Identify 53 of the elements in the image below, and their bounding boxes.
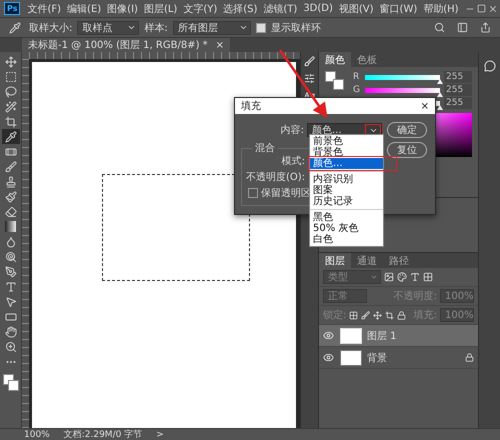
menu-option[interactable]: 前景色 [310,136,383,147]
menu-item[interactable]: 编辑(E) [65,2,104,16]
menu-item[interactable]: 帮助(H) [421,2,461,16]
panel-tab[interactable]: 图层 [319,253,351,268]
menu-option[interactable]: 历史记录 [310,196,383,207]
zoom-level: 100% [24,430,50,440]
value-field[interactable]: 255 [444,71,472,83]
close-button[interactable]: × [216,40,224,50]
value-field[interactable]: 255 [444,97,472,109]
menu-item[interactable]: 文件(F) [25,2,64,16]
dialog-title: 填充 [241,100,261,113]
expand-arrow[interactable]: > [156,430,164,440]
reset-button[interactable]: 复位 [387,142,427,158]
menu-item[interactable]: 视图(V) [336,2,376,16]
layer-row[interactable]: 图层 1 [319,325,478,347]
panel-tab[interactable]: 颜色 [319,52,351,67]
contents-label: 内容: [280,124,305,137]
channel-label: G [353,85,361,95]
group-title: 混合 [252,141,278,155]
checkbox-label: 显示取样环 [270,22,321,34]
menu-option[interactable]: 图案 [310,185,383,196]
menu-item[interactable]: 文字(Y) [181,2,220,16]
layer-row[interactable]: 背景 [319,347,478,369]
panel-tab[interactable]: 通道 [351,253,383,268]
app-logo: Ps [4,2,20,15]
close-button[interactable]: × [420,100,429,112]
sample-dropdown[interactable]: 所有图层 [172,20,251,34]
menu-option[interactable]: 颜色... [310,158,383,169]
menu-option[interactable]: 白色 [310,234,383,245]
menu-item[interactable]: 图层(L) [142,2,180,16]
menu-option[interactable]: 内容识别 [310,174,383,185]
layer-name: 图层 1 [367,330,397,342]
panel-tab[interactable]: 色板 [351,52,383,67]
menu-option[interactable]: 黑色 [310,212,383,223]
mode-label: 模式: [280,154,306,168]
sample-size-dropdown[interactable]: 取样点 [77,20,140,34]
document-tab[interactable]: 未标题-1 @ 100% (图层 1, RGB/8#) * × [22,38,230,52]
menu-item[interactable]: 选择(S) [221,2,260,16]
value-field[interactable]: 255 [444,84,472,96]
menu-item[interactable]: 3D(D) [301,3,335,14]
ok-button[interactable]: 确定 [387,122,427,138]
layer-name: 背景 [367,352,387,364]
menu-option[interactable]: 背景色 [310,147,383,158]
menu-option[interactable]: 50% 灰色 [310,223,383,234]
sample-label: 样本: [144,22,168,34]
opacity-label: 不透明度(O): [244,170,306,184]
menu-item[interactable]: 窗口(W) [378,2,420,16]
menu-item[interactable]: 滤镜(T) [261,2,300,16]
channel-label: R [353,72,360,82]
menu-item[interactable]: 图像(I) [105,2,140,16]
document-info: 文档:2.29M/0 字节 [64,428,142,440]
sample-size-label: 取样大小: [29,22,72,34]
panel-tab[interactable]: 路径 [383,253,415,268]
